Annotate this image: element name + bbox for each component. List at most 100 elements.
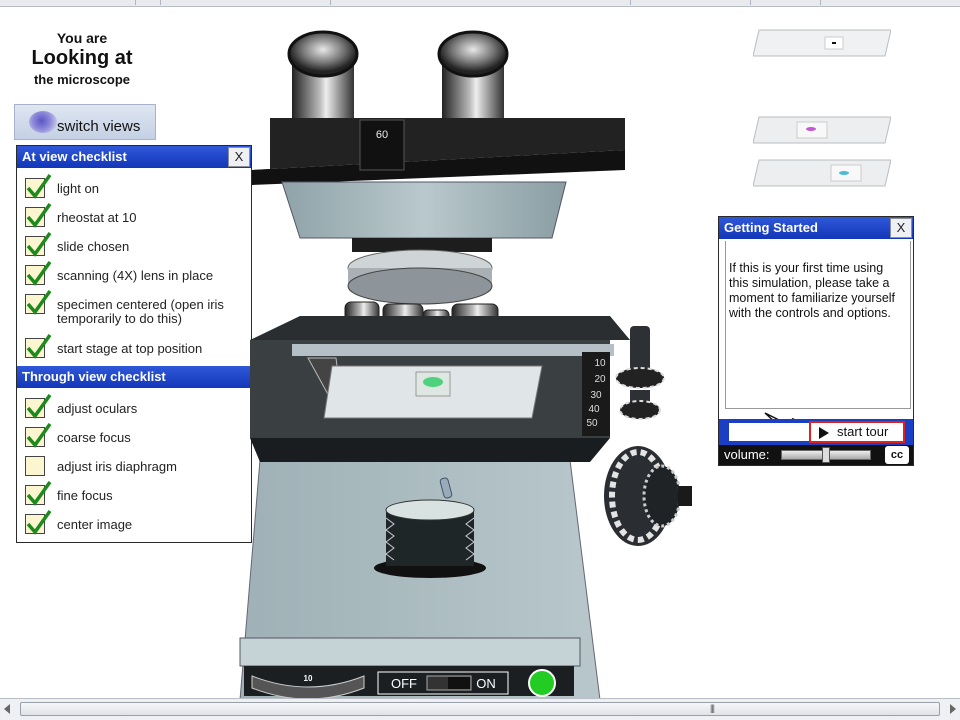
volume-bar: volume: cc — [719, 445, 913, 465]
checkbox[interactable] — [25, 480, 52, 506]
start-tour-button[interactable]: start tour — [809, 421, 905, 443]
interpupillary-scale-label: 60 — [376, 129, 388, 141]
checkbox[interactable] — [25, 260, 52, 286]
checkmark-icon — [26, 333, 52, 359]
scrollbar-thumb[interactable] — [20, 702, 940, 716]
svg-text:50: 50 — [586, 418, 598, 429]
checklist-item-label: coarse focus — [57, 430, 131, 445]
checklist-panel: At view checklist X light on rheostat at … — [16, 145, 252, 543]
horizontal-scrollbar[interactable]: ||| — [0, 698, 960, 720]
checklist-item: rheostat at 10 — [25, 202, 137, 228]
checklist-item: light on — [25, 173, 99, 199]
volume-label: volume: — [724, 447, 770, 462]
checkbox[interactable] — [25, 509, 52, 535]
condenser-light-source — [374, 499, 486, 578]
at-view-checklist-title: At view checklist — [22, 149, 127, 164]
checkbox[interactable] — [25, 231, 52, 257]
switch-views-label: switch views — [57, 118, 141, 135]
checklist-item-label: center image — [57, 517, 133, 532]
scrollbar-grip-icon: ||| — [710, 703, 715, 713]
power-switch[interactable]: OFF ON — [377, 671, 509, 695]
checklist-item: fine focus — [25, 480, 113, 506]
window-top-bar — [0, 0, 960, 7]
view-heading: You are Looking at the microscope — [18, 30, 146, 87]
checklist-item-label: adjust oculars — [57, 401, 138, 416]
checkbox[interactable] — [25, 422, 52, 448]
getting-started-message: If this is your first time using this si… — [725, 241, 911, 409]
checkmark-icon — [26, 289, 52, 315]
base-front-plate — [239, 637, 581, 667]
checkbox[interactable] — [25, 289, 52, 315]
top-bar-segment — [135, 0, 161, 5]
switch-views-button[interactable]: switch views — [14, 104, 156, 140]
getting-started-close-button[interactable]: X — [890, 218, 912, 238]
checklist-item: adjust oculars — [25, 393, 138, 419]
slide-option-3[interactable] — [753, 159, 891, 187]
power-on-label: ON — [476, 676, 496, 691]
interpupillary-scale[interactable] — [359, 119, 405, 171]
checklist-item: specimen centered (open iris temporarily… — [25, 289, 247, 326]
checkmark-icon — [26, 480, 52, 506]
checkmark-icon — [26, 173, 52, 199]
getting-started-dialog: Getting Started X If this is your first … — [718, 216, 914, 466]
top-bar-segment — [0, 0, 136, 5]
specimen-spot — [423, 377, 443, 387]
stage-y-control-knob[interactable] — [619, 390, 661, 420]
at-view-checklist-header: At view checklist X — [17, 146, 251, 168]
svg-text:10: 10 — [594, 358, 606, 369]
checkmark-icon — [26, 393, 52, 419]
checkbox[interactable] — [25, 202, 52, 228]
fine-focus-knob[interactable] — [642, 464, 692, 528]
heading-line-2: Looking at — [31, 47, 133, 69]
checklist-item: adjust iris diaphragm — [25, 456, 177, 476]
checklist-item-label: light on — [57, 181, 99, 196]
checklist-item-label: scanning (4X) lens in place — [57, 268, 214, 283]
heading-line-3: the microscope — [33, 72, 131, 87]
checkmark-icon — [26, 422, 52, 448]
power-off-label: OFF — [391, 676, 417, 691]
checklist-item: center image — [25, 509, 133, 535]
top-bar-segment — [630, 0, 751, 5]
top-bar-segment — [820, 0, 960, 5]
power-indicator-light — [528, 669, 556, 697]
slide-option-1[interactable] — [753, 29, 891, 57]
checkbox[interactable] — [25, 173, 52, 199]
svg-text:30: 30 — [590, 390, 602, 401]
stage-vertical-scale: 10 20 30 40 50 — [582, 352, 610, 436]
start-tour-label: start tour — [837, 424, 889, 439]
checkmark-icon — [26, 231, 52, 257]
play-icon — [819, 427, 829, 439]
microscope-body-tube — [281, 181, 567, 239]
checkbox[interactable] — [25, 456, 45, 476]
tour-bar: start tour — [719, 419, 913, 445]
checklist-item-label: rheostat at 10 — [57, 210, 137, 225]
scroll-left-icon[interactable] — [4, 704, 10, 714]
heading-line-1: You are — [56, 30, 108, 46]
checkmark-icon — [26, 202, 52, 228]
checkmark-icon — [26, 260, 52, 286]
scroll-right-icon[interactable] — [950, 704, 956, 714]
svg-text:20: 20 — [594, 374, 606, 385]
closed-captions-button[interactable]: cc — [885, 446, 909, 464]
checklist-item: scanning (4X) lens in place — [25, 260, 214, 286]
getting-started-title: Getting Started — [724, 220, 818, 235]
checklist-item-label: adjust iris diaphragm — [57, 459, 177, 474]
checkmark-icon — [26, 509, 52, 535]
svg-text:10: 10 — [304, 674, 313, 683]
through-view-checklist-header: Through view checklist — [17, 366, 251, 388]
checklist-item: start stage at top position — [25, 333, 202, 359]
top-bar-segment — [480, 0, 631, 5]
volume-slider-knob[interactable] — [822, 447, 830, 463]
specimen-thumbnail-icon — [29, 111, 57, 133]
top-bar-segment — [750, 0, 821, 5]
top-bar-segment — [160, 0, 331, 5]
checkbox[interactable] — [25, 393, 52, 419]
getting-started-header: Getting Started X — [719, 217, 913, 239]
microscope-illustration: 60 10 40 4 100 10 20 30 40 50 — [239, 30, 692, 700]
slide-option-2[interactable] — [753, 116, 891, 144]
checklist-item: slide chosen — [25, 231, 129, 257]
through-view-checklist-title: Through view checklist — [22, 369, 166, 384]
checkbox[interactable] — [25, 333, 52, 359]
svg-text:40: 40 — [588, 404, 600, 415]
stage-top — [250, 316, 630, 340]
